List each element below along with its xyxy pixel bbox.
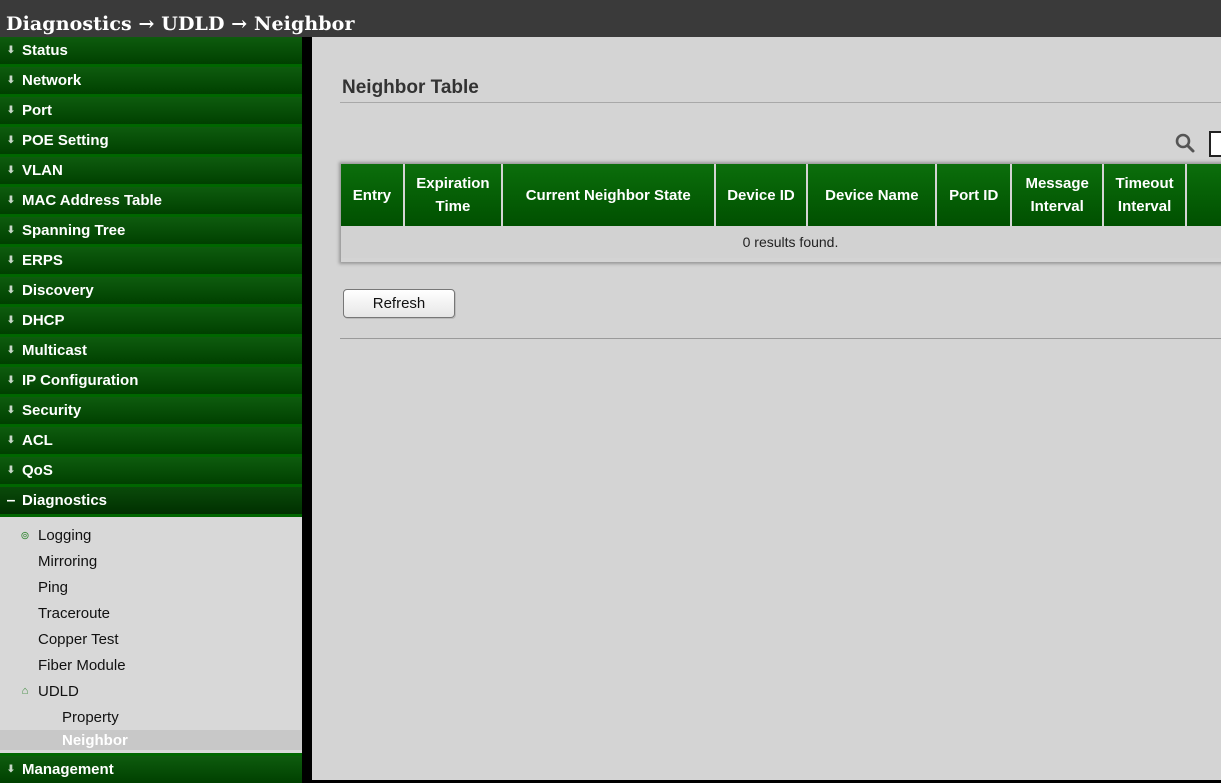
title-divider [340, 102, 1221, 103]
refresh-button[interactable]: Refresh [343, 289, 455, 318]
submenu-item-label: Fiber Module [38, 656, 126, 674]
sidebar-item-spanning-tree[interactable]: ⬇︎ Spanning Tree [0, 217, 302, 244]
chevron-down-icon: ⬇︎ [6, 225, 16, 236]
search-input[interactable] [1209, 131, 1221, 157]
sidebar-item-port[interactable]: ⬇︎ Port [0, 97, 302, 124]
chevron-down-icon: ⬇︎ [6, 285, 16, 296]
sidebar-item-label: VLAN [22, 162, 63, 179]
column-header-truncated[interactable] [1186, 164, 1221, 226]
main-content: Neighbor Table Entry Expiration Time Curr… [312, 37, 1221, 780]
sidebar-item-label: Diagnostics [22, 492, 108, 509]
sidebar-item-label: Spanning Tree [22, 222, 126, 239]
submenu-item-udld[interactable]: ⌂ UDLD [0, 678, 302, 704]
chevron-down-icon: ⬇︎ [6, 45, 16, 56]
sidebar-item-label: IP Configuration [22, 372, 139, 389]
column-header-current-neighbor-state[interactable]: Current Neighbor State [501, 164, 716, 226]
sidebar-item-label: Management [22, 761, 114, 778]
column-header-timeout-interval[interactable]: Timeout Interval [1103, 164, 1188, 226]
empty-results-message: 0 results found. [341, 226, 1221, 258]
header-bar: Diagnostics → UDLD → Neighbor [0, 0, 1221, 37]
sidebar-item-label: ACL [22, 432, 53, 449]
sidebar-item-poe-setting[interactable]: ⬇︎ POE Setting [0, 127, 302, 154]
collapse-caret-icon: ⌂ [21, 685, 29, 697]
sidebar-item-network[interactable]: ⬇︎ Network [0, 67, 302, 94]
chevron-down-icon: ⬇︎ [6, 165, 16, 176]
submenu-item-mirroring[interactable]: Mirroring [0, 548, 302, 574]
sidebar-item-label: Security [22, 402, 82, 419]
column-header-message-interval[interactable]: Message Interval [1011, 164, 1105, 226]
submenu-item-label: Logging [38, 526, 92, 544]
sidebar-item-vlan[interactable]: ⬇︎ VLAN [0, 157, 302, 184]
submenu-item-label: Property [62, 708, 119, 726]
expand-bullet-icon: ⊚ [20, 529, 30, 542]
sidebar-divider [302, 37, 312, 780]
sidebar-item-label: Discovery [22, 282, 94, 299]
chevron-down-icon: ⬇︎ [6, 375, 16, 386]
submenu-item-label: Copper Test [38, 630, 119, 648]
sidebar-item-ip-configuration[interactable]: ⬇︎ IP Configuration [0, 367, 302, 394]
submenu-item-traceroute[interactable]: Traceroute [0, 600, 302, 626]
submenu-item-logging[interactable]: ⊚ Logging [0, 522, 302, 548]
sidebar-item-status[interactable]: ⬇︎ Status [0, 37, 302, 64]
chevron-down-icon: ⬇︎ [6, 465, 16, 476]
column-header-device-name[interactable]: Device Name [807, 164, 938, 226]
submenu-item-fiber-module[interactable]: Fiber Module [0, 652, 302, 678]
column-header-expiration-time[interactable]: Expiration Time [403, 164, 503, 226]
column-header-entry[interactable]: Entry [341, 164, 405, 226]
sidebar-item-dhcp[interactable]: ⬇︎ DHCP [0, 307, 302, 334]
chevron-down-icon: ⬇︎ [6, 135, 16, 146]
sidebar-item-label: ERPS [22, 252, 63, 269]
page-title: Neighbor Table [342, 77, 479, 98]
sidebar-item-label: Network [22, 72, 82, 89]
sidebar-item-diagnostics[interactable]: – Diagnostics [0, 487, 302, 514]
sidebar-item-label: Status [22, 42, 68, 59]
chevron-down-icon: ⬇︎ [6, 255, 16, 266]
sidebar-item-security[interactable]: ⬇︎ Security [0, 397, 302, 424]
chevron-down-icon: ⬇︎ [6, 405, 16, 416]
search-icon[interactable] [1174, 132, 1196, 154]
sidebar-item-management[interactable]: ⬇︎ Management [0, 756, 302, 783]
sidebar-item-mac-address-table[interactable]: ⬇︎ MAC Address Table [0, 187, 302, 214]
column-header-port-id[interactable]: Port ID [936, 164, 1013, 226]
sidebar-item-acl[interactable]: ⬇︎ ACL [0, 427, 302, 454]
submenu-item-copper-test[interactable]: Copper Test [0, 626, 302, 652]
sidebar-item-label: QoS [22, 462, 53, 479]
diagnostics-submenu: ⊚ Logging Mirroring Ping Traceroute Coppe… [0, 517, 302, 753]
sidebar-item-erps[interactable]: ⬇︎ ERPS [0, 247, 302, 274]
submenu-item-label: UDLD [38, 682, 79, 700]
chevron-down-icon: ⬇︎ [6, 75, 16, 86]
sidebar-item-label: DHCP [22, 312, 65, 329]
column-header-device-id[interactable]: Device ID [714, 164, 809, 226]
submenu-item-property[interactable]: Property [0, 704, 302, 730]
chevron-down-icon: ⬇︎ [6, 315, 16, 326]
chevron-down-icon: ⬇︎ [6, 435, 16, 446]
breadcrumb: Diagnostics → UDLD → Neighbor [6, 13, 355, 35]
neighbor-table: Entry Expiration Time Current Neighbor St… [341, 164, 1221, 262]
submenu-item-label: Mirroring [38, 552, 98, 570]
sidebar-item-label: Port [22, 102, 52, 119]
collapse-minus-icon: – [6, 491, 16, 509]
sidebar-item-label: POE Setting [22, 132, 109, 149]
chevron-down-icon: ⬇︎ [6, 105, 16, 116]
chevron-down-icon: ⬇︎ [6, 345, 16, 356]
sidebar-item-qos[interactable]: ⬇︎ QoS [0, 457, 302, 484]
submenu-item-ping[interactable]: Ping [0, 574, 302, 600]
chevron-down-icon: ⬇︎ [6, 195, 16, 206]
chevron-down-icon: ⬇︎ [6, 764, 16, 775]
submenu-item-label: Traceroute [38, 604, 110, 622]
sidebar-item-label: MAC Address Table [22, 192, 163, 209]
bottom-divider [340, 338, 1221, 339]
submenu-item-neighbor[interactable]: Neighbor [0, 730, 302, 750]
sidebar: ⬇︎ Status ⬇︎ Network ⬇︎ Port ⬇︎ POE Setting … [0, 37, 302, 783]
sidebar-item-label: Multicast [22, 342, 88, 359]
table-row: 0 results found. [341, 226, 1221, 258]
submenu-item-label: Neighbor [62, 731, 128, 749]
table-header-row: Entry Expiration Time Current Neighbor St… [341, 164, 1221, 226]
sidebar-item-discovery[interactable]: ⬇︎ Discovery [0, 277, 302, 304]
submenu-item-label: Ping [38, 578, 69, 596]
sidebar-item-multicast[interactable]: ⬇︎ Multicast [0, 337, 302, 364]
